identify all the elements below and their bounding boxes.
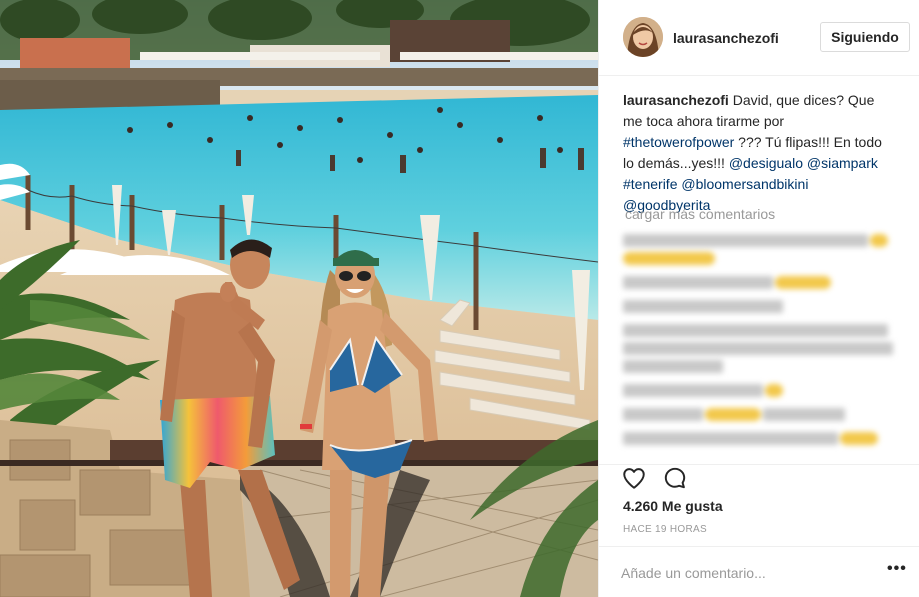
hashtag-tenerife[interactable]: #tenerife <box>623 176 677 192</box>
comment-form: ••• <box>599 546 919 597</box>
comment-button[interactable] <box>662 465 688 496</box>
blurred-comment-line <box>623 324 888 337</box>
blurred-comment-line <box>623 360 723 373</box>
more-options-button[interactable]: ••• <box>887 560 907 578</box>
blurred-comment-line <box>623 234 868 247</box>
avatar[interactable] <box>623 17 663 57</box>
header-username-link[interactable]: laurasanchezofi <box>673 30 779 46</box>
blurred-emoji <box>870 234 888 247</box>
post-photo[interactable] <box>0 0 598 597</box>
likes-count-link[interactable]: 4.260 Me gusta <box>623 498 723 514</box>
comment-input[interactable] <box>621 561 871 585</box>
like-button[interactable] <box>621 465 647 496</box>
mention-siampark[interactable]: @siampark <box>807 155 878 171</box>
blurred-comment-line <box>623 384 763 397</box>
blurred-comment-line <box>623 408 703 421</box>
heart-outline-icon <box>623 468 645 489</box>
blurred-comment-line <box>623 300 783 313</box>
post-image <box>0 0 598 597</box>
blurred-emoji <box>775 276 831 289</box>
following-button[interactable]: Siguiendo <box>820 22 910 52</box>
avatar-image <box>623 17 663 57</box>
post-actions <box>599 464 919 489</box>
blurred-emoji <box>765 384 783 397</box>
post-timestamp[interactable]: HACE 19 HORAS <box>623 524 707 535</box>
caption-username-link[interactable]: laurasanchezofi <box>623 92 729 108</box>
blurred-comment-line <box>623 432 838 445</box>
post-caption: laurasanchezofi David, que dices? Que me… <box>623 90 895 216</box>
hashtag-thetowerofpower[interactable]: #thetowerofpower <box>623 134 734 150</box>
post-header: laurasanchezofi Siguiendo <box>599 0 919 76</box>
post-details-panel: laurasanchezofi Siguiendo laurasanchezof… <box>598 0 919 597</box>
blurred-emoji <box>705 408 761 421</box>
blurred-emoji <box>840 432 878 445</box>
load-more-comments-link[interactable]: cargar más comentarios <box>625 206 775 222</box>
mention-bloomersandbikini[interactable]: @bloomersandbikini <box>681 176 808 192</box>
blurred-comment-line <box>763 408 845 421</box>
blurred-emoji <box>623 252 715 265</box>
comments-list-blurred <box>615 226 919 464</box>
mention-desigualo[interactable]: @desigualo <box>729 155 803 171</box>
ellipsis-icon: ••• <box>887 560 907 577</box>
blurred-comment-line <box>623 276 773 289</box>
blurred-comment-line <box>623 342 893 355</box>
speech-bubble-icon <box>664 467 686 489</box>
